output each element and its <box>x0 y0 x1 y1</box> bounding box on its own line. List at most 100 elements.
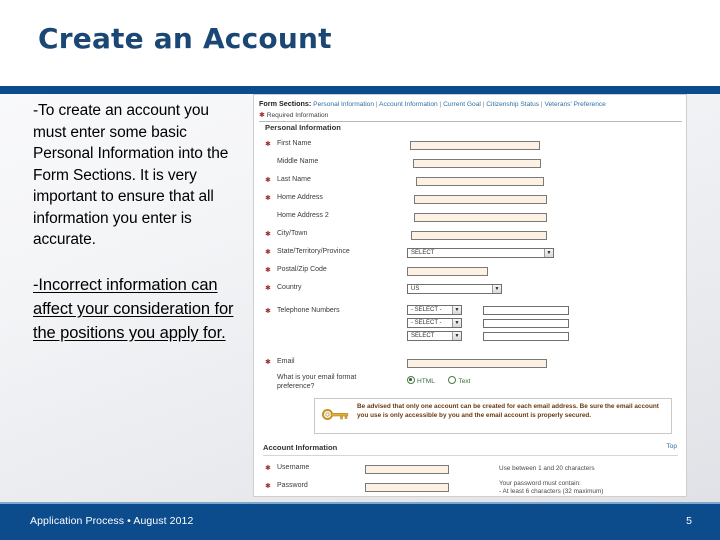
field-input-username[interactable] <box>365 465 449 474</box>
field-hint-username: Use between 1 and 20 characters <box>499 465 595 472</box>
field-input-first-name[interactable] <box>410 141 540 150</box>
phone-number-input-3[interactable] <box>483 332 569 341</box>
required-information-note: ✱ Required Information <box>259 111 682 122</box>
form-sections-separator: | <box>439 101 442 108</box>
form-sections-nav: Form Sections: Personal Information | Ac… <box>259 99 682 109</box>
phone-type-select-3[interactable]: SELECT ▼ <box>407 331 462 341</box>
phone-number-input-1[interactable] <box>483 306 569 315</box>
field-input-email[interactable] <box>407 359 547 368</box>
email-notice-text: Be advised that only one account can be … <box>357 403 659 419</box>
radio-selected-icon[interactable] <box>407 376 415 384</box>
radio-unselected-icon[interactable] <box>448 376 457 384</box>
footer-text: Application Process • August 2012 <box>30 515 194 527</box>
field-select-country[interactable]: US ▼ <box>407 284 502 294</box>
form-section-link-citizenship-status[interactable]: Citizenship Status <box>486 101 539 108</box>
required-asterisk-icon: ✱ <box>265 359 271 366</box>
field-label-email-format-preference: What is your email format preference? <box>277 374 357 390</box>
phone-type-select-3-value: SELECT <box>411 333 435 339</box>
field-row-last-name: ✱ Last Name <box>265 175 677 189</box>
required-information-label: Required Information <box>266 112 329 119</box>
required-asterisk-icon: ✱ <box>265 249 271 256</box>
required-asterisk-icon: ✱ <box>265 267 271 274</box>
field-label-last-name: Last Name <box>277 176 311 183</box>
field-input-home-address-2[interactable] <box>414 213 547 222</box>
embedded-form-screenshot: Form Sections: Personal Information | Ac… <box>253 94 687 497</box>
page-title: Create an Account <box>38 22 332 55</box>
field-input-last-name[interactable] <box>416 177 544 186</box>
field-select-state-value: SELECT <box>411 250 435 256</box>
field-label-state-territory-province: State/Territory/Province <box>277 248 350 255</box>
top-link[interactable]: Top <box>666 443 677 450</box>
form-section-link-veterans-preference[interactable]: Veterans' Preference <box>544 101 605 108</box>
field-input-home-address[interactable] <box>414 195 547 204</box>
form-section-link-current-goal[interactable]: Current Goal <box>443 101 481 108</box>
title-band: Create an Account <box>0 0 720 86</box>
key-icon <box>322 409 349 420</box>
phone-type-select-1[interactable]: - SELECT - ▼ <box>407 305 462 315</box>
required-asterisk-icon: ✱ <box>265 285 271 292</box>
field-row-state-territory-province: ✱ State/Territory/Province SELECT ▼ <box>265 247 677 261</box>
required-asterisk-icon: ✱ <box>259 112 265 119</box>
form-sections-separator: | <box>482 101 485 108</box>
field-row-home-address-2: Home Address 2 <box>265 211 677 225</box>
phone-row-2: - SELECT - ▼ <box>265 318 677 332</box>
chevron-down-icon[interactable]: ▼ <box>452 332 461 340</box>
footer-divider <box>0 502 720 504</box>
field-row-postal-zip-code: ✱ Postal/Zip Code <box>265 265 677 279</box>
radio-group-email-format: HTML Text <box>407 376 471 385</box>
required-asterisk-icon: ✱ <box>265 465 271 472</box>
form-sections-separator: | <box>540 101 543 108</box>
chevron-down-icon[interactable]: ▼ <box>452 306 461 314</box>
field-row-middle-name: Middle Name <box>265 157 677 171</box>
slide-footer: Application Process • August 2012 5 <box>0 502 720 540</box>
field-select-state-territory-province[interactable]: SELECT ▼ <box>407 248 554 258</box>
phone-type-select-2[interactable]: - SELECT - ▼ <box>407 318 462 328</box>
radio-label-text: Text <box>458 378 471 385</box>
form-sections-separator: | <box>375 101 378 108</box>
form-sections-label: Form Sections: <box>259 99 312 108</box>
account-section-divider <box>263 455 678 456</box>
field-label-home-address: Home Address <box>277 194 323 201</box>
field-select-country-value: US <box>411 286 420 292</box>
phone-type-select-2-value: - SELECT - <box>411 320 442 326</box>
radio-option-text[interactable]: Text <box>448 376 471 385</box>
body-paragraph-1: -To create an account you must enter som… <box>33 102 229 248</box>
field-label-first-name: First Name <box>277 140 312 147</box>
chevron-down-icon[interactable]: ▼ <box>544 249 553 257</box>
field-label-middle-name: Middle Name <box>277 158 319 165</box>
field-label-password: Password <box>277 482 308 489</box>
field-hint-password: Your password must contain: - At least 6… <box>499 480 604 495</box>
field-label-username: Username <box>277 464 310 471</box>
chevron-down-icon[interactable]: ▼ <box>492 285 501 293</box>
form-section-link-account-information[interactable]: Account Information <box>379 101 438 108</box>
field-row-email: ✱ Email <box>265 357 677 371</box>
body-paragraph-2: -Incorrect information can affect your c… <box>33 275 234 342</box>
phone-number-input-2[interactable] <box>483 319 569 328</box>
required-asterisk-icon: ✱ <box>265 141 271 148</box>
field-label-email: Email <box>277 358 295 365</box>
footer-page-number: 5 <box>686 515 692 527</box>
chevron-down-icon[interactable]: ▼ <box>452 319 461 327</box>
field-input-city-town[interactable] <box>411 231 547 240</box>
field-input-password[interactable] <box>365 483 449 492</box>
field-input-postal-zip-code[interactable] <box>407 267 488 276</box>
field-label-country: Country <box>277 284 302 291</box>
phone-row-3: SELECT ▼ <box>265 331 677 345</box>
field-label-home-address-2: Home Address 2 <box>277 212 329 219</box>
field-row-country: ✱ Country US ▼ <box>265 283 677 297</box>
section-heading-account-information: Account Information <box>263 443 338 452</box>
section-heading-personal-information: Personal Information <box>265 123 341 132</box>
phone-row-1: - SELECT - ▼ <box>265 305 677 319</box>
title-divider <box>0 86 720 94</box>
body-text-block: -To create an account you must enter som… <box>33 100 238 345</box>
required-asterisk-icon: ✱ <box>265 177 271 184</box>
required-asterisk-icon: ✱ <box>265 483 271 490</box>
field-row-first-name: ✱ First Name <box>265 139 677 153</box>
radio-option-html[interactable]: HTML <box>407 376 437 385</box>
field-row-home-address: ✱ Home Address <box>265 193 677 207</box>
email-notice-box: Be advised that only one account can be … <box>314 398 672 434</box>
radio-label-html: HTML <box>417 378 435 385</box>
field-row-city-town: ✱ City/Town <box>265 229 677 243</box>
form-section-link-personal-information[interactable]: Personal Information <box>313 101 374 108</box>
field-input-middle-name[interactable] <box>413 159 541 168</box>
